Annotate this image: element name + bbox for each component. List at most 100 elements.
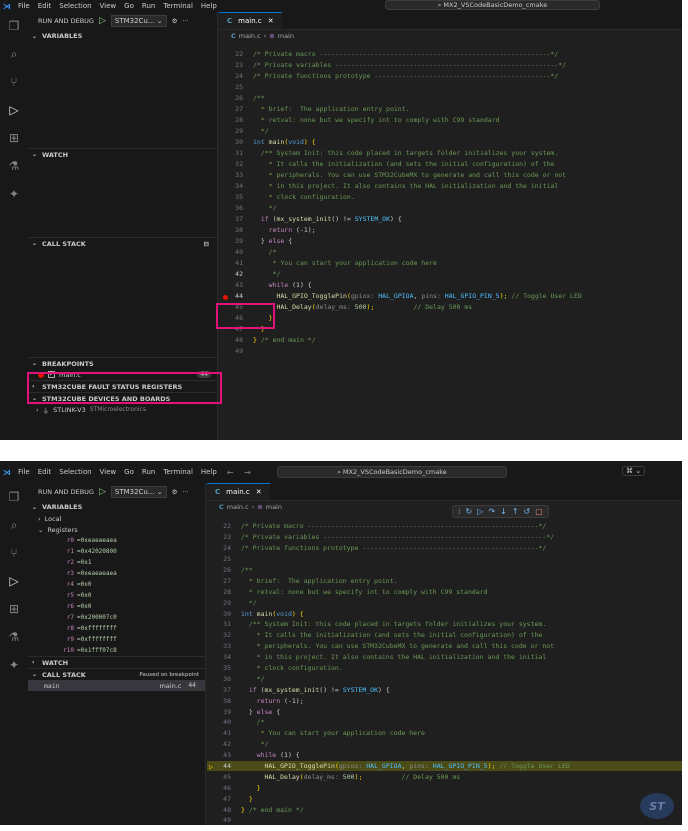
code-line-46[interactable]: 46 } <box>207 782 682 793</box>
code-line-31[interactable]: 31 /** System Init: this code placed in … <box>219 147 682 158</box>
code-line-25[interactable]: 25 <box>219 81 682 92</box>
more-icon[interactable]: ··· <box>182 17 188 25</box>
menu-file[interactable]: File <box>14 468 34 476</box>
stop-icon[interactable]: ▢ <box>535 507 543 516</box>
register-row[interactable]: r10 = 0x1fff07c8 <box>28 645 205 656</box>
code-line-43[interactable]: 43 while (1) { <box>219 279 682 290</box>
extensions-icon[interactable]: ⊞ <box>0 124 28 152</box>
register-row[interactable]: r7 = 0x200007c0 <box>28 612 205 623</box>
tab-main-c[interactable]: C main.c ✕ <box>219 12 282 29</box>
menu-go[interactable]: Go <box>120 468 138 476</box>
code-line-44[interactable]: 44 HAL_GPIO_TogglePin(gpiox: HAL_GPIOA, … <box>219 290 682 301</box>
source-control-icon[interactable]: ⑂ <box>0 68 28 96</box>
register-row[interactable]: r6 = 0x0 <box>28 601 205 612</box>
code-line-24[interactable]: 24 /* Private functions prototype -------… <box>219 70 682 81</box>
code-line-25[interactable]: 25 <box>207 554 682 565</box>
code-line-48[interactable]: 48} /* end main */ <box>219 334 682 345</box>
code-line-30[interactable]: 30 int main(void) { <box>219 136 682 147</box>
menu-help[interactable]: Help <box>197 2 221 10</box>
code-line-48[interactable]: 48} /* end main */ <box>207 804 682 815</box>
code-line-38[interactable]: 38 return (-1); <box>207 695 682 706</box>
code-line-27[interactable]: 27 * brief: The application entry point. <box>207 575 682 586</box>
menu-terminal[interactable]: Terminal <box>159 468 197 476</box>
code-line-33[interactable]: 33 * peripherals. You can use STM32CubeM… <box>207 641 682 652</box>
code-lines[interactable]: 22 /* Private macro ---------------------… <box>219 48 682 356</box>
run-debug-icon[interactable]: ▷ <box>0 567 28 595</box>
register-row[interactable]: r8 = 0xffffffff <box>28 623 205 634</box>
code-line-30[interactable]: 30 int main(void) { <box>207 608 682 619</box>
code-line-40[interactable]: 40 /* <box>207 717 682 728</box>
menu-run[interactable]: Run <box>138 2 159 10</box>
run-debug-icon[interactable]: ▷ <box>0 96 28 124</box>
menu-terminal[interactable]: Terminal <box>159 2 197 10</box>
code-line-37[interactable]: 37 if (mx_system_init() != SYSTEM_OK) { <box>219 213 682 224</box>
code-line-36[interactable]: 36 */ <box>207 673 682 684</box>
watch-section-header[interactable]: › WATCH <box>28 656 205 668</box>
testing-icon[interactable]: ⚗ <box>0 152 28 180</box>
device-item[interactable]: › ⏚ STLINK-V3 STMicroelectronics <box>28 404 217 415</box>
call-stack-section-header[interactable]: ⌄ CALL STACK ⊟ <box>28 237 217 249</box>
code-line-37[interactable]: 37 if (mx_system_init() != SYSTEM_OK) { <box>207 684 682 695</box>
code-line-35[interactable]: 35 * clock configuration. <box>207 663 682 674</box>
code-line-33[interactable]: 33 * peripherals. You can use STM32CubeM… <box>219 169 682 180</box>
gear-icon[interactable]: ⚙ <box>172 17 178 25</box>
register-row[interactable]: r3 = 0xeaeaeaea <box>28 568 205 579</box>
explorer-icon[interactable]: ❐ <box>0 12 28 40</box>
breakpoint-gutter-icon[interactable] <box>223 294 228 300</box>
menu-file[interactable]: File <box>14 2 34 10</box>
code-line-46[interactable]: 46 } <box>219 312 682 323</box>
start-debugging-icon[interactable]: ▷ <box>99 487 106 497</box>
variables-section-header[interactable]: ⌄ VARIABLES <box>28 501 205 513</box>
register-row[interactable]: r4 = 0x0 <box>28 579 205 590</box>
command-center-search[interactable]: ⌕ MX2_VSCodeBasicDemo_cmake <box>385 0 600 10</box>
code-line-35[interactable]: 35 * clock configuration. <box>219 191 682 202</box>
code-line-45[interactable]: 45 HAL_Delay(delay_ms: 500); // Delay 50… <box>207 771 682 782</box>
code-line-34[interactable]: 34 * in this project. It also contains t… <box>219 180 682 191</box>
register-row[interactable]: r2 = 0x1 <box>28 557 205 568</box>
code-line-42[interactable]: 42 */ <box>219 268 682 279</box>
step-into-icon[interactable]: ↓ <box>500 507 507 516</box>
register-row[interactable]: r0 = 0xeaeaeaea <box>28 535 205 546</box>
code-lines[interactable]: 22 /* Private macro ---------------------… <box>207 521 682 825</box>
menu-go[interactable]: Go <box>120 2 138 10</box>
registers-scope[interactable]: ⌄ Registers <box>28 524 205 535</box>
search-view-icon[interactable]: ⌕ <box>0 511 28 539</box>
code-line-42[interactable]: 42 */ <box>207 739 682 750</box>
code-line-41[interactable]: 41 * You can start your application code… <box>219 257 682 268</box>
stm32-extension-icon[interactable]: ✦ <box>0 651 28 679</box>
source-control-icon[interactable]: ⑂ <box>0 539 28 567</box>
menu-edit[interactable]: Edit <box>34 2 56 10</box>
menu-run[interactable]: Run <box>138 468 159 476</box>
register-row[interactable]: r9 = 0xffffffff <box>28 634 205 645</box>
code-line-26[interactable]: 26 /** <box>219 92 682 103</box>
menu-selection[interactable]: Selection <box>55 2 95 10</box>
code-line-49[interactable]: 49 <box>219 345 682 356</box>
debug-config-select[interactable]: STM32Cu... ⌄ <box>110 15 167 27</box>
nav-back-forward-icon[interactable]: ← → <box>227 468 255 477</box>
code-line-49[interactable]: 49 <box>207 815 682 825</box>
code-line-47[interactable]: 47 } <box>219 323 682 334</box>
tab-main-c[interactable]: C main.c ✕ <box>207 483 270 500</box>
menu-view[interactable]: View <box>96 2 121 10</box>
stack-frame-row[interactable]: main main.c 44 <box>28 680 205 691</box>
menu-view[interactable]: View <box>96 468 121 476</box>
gear-icon[interactable]: ⚙ <box>172 488 178 496</box>
code-line-24[interactable]: 24 /* Private functions prototype -------… <box>207 543 682 554</box>
code-line-32[interactable]: 32 * It calls the initialization (and se… <box>219 158 682 169</box>
breadcrumb-file[interactable]: main.c <box>239 32 261 40</box>
code-line-23[interactable]: 23 /* Private variables -----------------… <box>207 532 682 543</box>
code-line-40[interactable]: 40 /* <box>219 246 682 257</box>
code-line-22[interactable]: 22 /* Private macro ---------------------… <box>207 521 682 532</box>
command-center-search[interactable]: ⌕ MX2_VSCodeBasicDemo_cmake <box>277 466 507 478</box>
watch-section-header[interactable]: ⌄ WATCH <box>28 148 217 160</box>
menu-edit[interactable]: Edit <box>34 468 56 476</box>
reset-icon[interactable]: ↺ <box>524 507 531 516</box>
code-line-27[interactable]: 27 * brief: The application entry point. <box>219 103 682 114</box>
code-line-31[interactable]: 31 /** System Init: this code placed in … <box>207 619 682 630</box>
start-debugging-icon[interactable]: ▷ <box>99 16 106 26</box>
code-line-39[interactable]: 39 } else { <box>219 235 682 246</box>
code-line-45[interactable]: 45 HAL_Delay(delay_ms: 500); // Delay 50… <box>219 301 682 312</box>
call-stack-section-header[interactable]: ⌄ CALL STACK Paused on breakpoint <box>28 668 205 680</box>
local-scope[interactable]: › Local <box>28 513 205 524</box>
code-line-26[interactable]: 26 /** <box>207 565 682 576</box>
